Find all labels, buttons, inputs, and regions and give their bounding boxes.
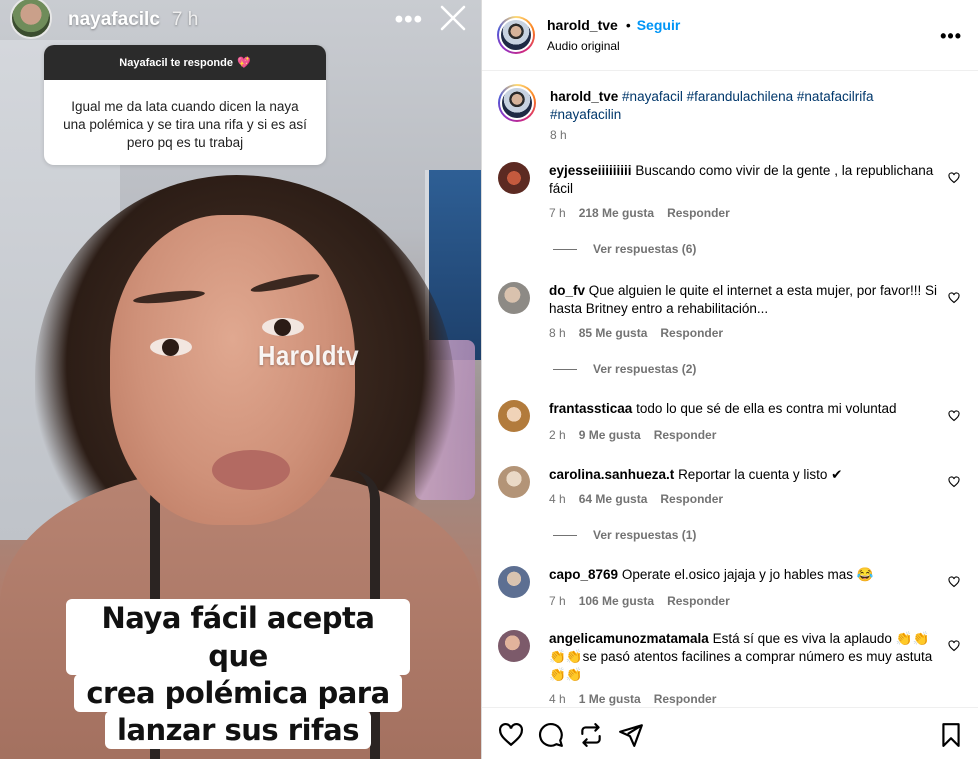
comment-time: 4 h <box>549 692 566 706</box>
avatar[interactable] <box>498 84 536 122</box>
heart-icon[interactable] <box>948 292 960 304</box>
reply-button[interactable]: Responder <box>660 492 723 506</box>
story-avatar[interactable] <box>10 0 52 39</box>
comment-likes[interactable]: 106 Me gusta <box>579 594 654 608</box>
comment-item: carolina.sanhueza.t Reportar la cuenta y… <box>498 466 962 506</box>
bookmark-icon[interactable] <box>938 722 964 748</box>
story-time: 7 h <box>171 9 199 30</box>
comment-text: Que alguien le quite el internet a esta … <box>549 283 937 316</box>
caption-line: lanzar sus rifas <box>105 711 371 749</box>
comment-icon[interactable] <box>538 722 564 748</box>
heart-icon[interactable] <box>948 476 960 488</box>
comment-avatar[interactable] <box>498 630 530 662</box>
view-replies-button[interactable]: Ver respuestas (6) <box>553 242 962 256</box>
comment-likes[interactable]: 9 Me gusta <box>579 428 641 442</box>
heart-icon[interactable] <box>948 576 960 588</box>
comment-text: Reportar la cuenta y listo ✔ <box>678 467 843 482</box>
audio-link[interactable]: Audio original <box>547 39 680 53</box>
comment-username[interactable]: do_fv <box>549 283 585 298</box>
question-header: Nayafacil te responde 💖 <box>44 45 326 80</box>
comment-item: angelicamunozmatamala Está sí que es viv… <box>498 630 962 706</box>
left-eye <box>150 338 192 356</box>
heart-icon[interactable] <box>948 410 960 422</box>
caption-username[interactable]: harold_tve <box>550 89 618 104</box>
story-username[interactable]: nayafacilc <box>68 9 160 31</box>
question-sticker: Nayafacil te responde 💖 Igual me da lata… <box>44 45 326 165</box>
separator-dot: • <box>625 17 631 33</box>
more-options-icon[interactable]: ••• <box>940 26 962 47</box>
reply-button[interactable]: Responder <box>667 206 730 220</box>
view-replies-button[interactable]: Ver respuestas (1) <box>553 528 962 542</box>
comment-text: todo lo que sé de ella es contra mi volu… <box>636 401 897 416</box>
comment-username[interactable]: eyjesseiiiiiiiii <box>549 163 632 178</box>
comment-avatar[interactable] <box>498 282 530 314</box>
comment-avatar[interactable] <box>498 162 530 194</box>
question-text: Igual me da lata cuando dicen la naya un… <box>63 99 307 150</box>
header-username[interactable]: harold_tve <box>547 17 618 33</box>
comment-item: do_fv Que alguien le quite el internet a… <box>498 282 962 340</box>
post-caption: harold_tve #nayafacil #farandulachilena … <box>498 84 962 142</box>
comment-avatar[interactable] <box>498 466 530 498</box>
comment-username[interactable]: angelicamunozmatamala <box>549 631 709 646</box>
reply-button[interactable]: Responder <box>667 594 730 608</box>
comment-avatar[interactable] <box>498 400 530 432</box>
comment-time: 7 h <box>549 594 566 608</box>
comment-username[interactable]: frantassticaa <box>549 401 632 416</box>
question-header-text: Nayafacil te responde <box>119 56 233 69</box>
repost-icon[interactable] <box>578 722 604 748</box>
comment-username[interactable]: carolina.sanhueza.t <box>549 467 674 482</box>
view-replies-button[interactable]: Ver respuestas (2) <box>553 362 962 376</box>
comment-time: 8 h <box>549 326 566 340</box>
caption-line: crea polémica para <box>74 674 402 712</box>
comment-time: 2 h <box>549 428 566 442</box>
action-bar <box>482 707 978 759</box>
comment-likes[interactable]: 1 Me gusta <box>579 692 641 706</box>
comment-likes[interactable]: 218 Me gusta <box>579 206 654 220</box>
reply-button[interactable]: Responder <box>654 428 717 442</box>
heart-icon[interactable] <box>948 172 960 184</box>
story-video[interactable]: nayafacilc 7 h ••• Nayafacil te responde… <box>0 0 481 759</box>
watermark: Haroldtv <box>258 340 360 371</box>
heart-emoji-icon: 💖 <box>237 57 251 69</box>
person-lips <box>212 450 290 490</box>
heart-icon[interactable] <box>948 640 960 652</box>
post-header: harold_tve • Seguir Audio original ••• <box>482 0 978 71</box>
follow-button[interactable]: Seguir <box>637 17 681 33</box>
reply-button[interactable]: Responder <box>660 326 723 340</box>
comment-time: 4 h <box>549 492 566 506</box>
comment-username[interactable]: capo_8769 <box>549 567 618 582</box>
avatar[interactable] <box>497 16 535 54</box>
story-more-icon[interactable]: ••• <box>395 6 423 34</box>
close-icon[interactable] <box>439 4 467 32</box>
comment-item: eyjesseiiiiiiiii Buscando como vivir de … <box>498 162 962 220</box>
post-panel: harold_tve • Seguir Audio original ••• h… <box>481 0 978 759</box>
comment-avatar[interactable] <box>498 566 530 598</box>
caption-line: Naya fácil acepta que <box>66 599 410 675</box>
comment-time: 7 h <box>549 206 566 220</box>
share-icon[interactable] <box>618 722 644 748</box>
comment-item: capo_8769 Operate el.osico jajaja y jo h… <box>498 566 962 608</box>
comment-item: frantassticaa todo lo que sé de ella es … <box>498 400 962 442</box>
like-heart-icon[interactable] <box>498 722 524 748</box>
reply-button[interactable]: Responder <box>654 692 717 706</box>
story-caption: Naya fácil acepta que crea polémica para… <box>66 599 410 749</box>
comments-list[interactable]: harold_tve #nayafacil #farandulachilena … <box>482 72 978 707</box>
caption-time: 8 h <box>550 128 567 142</box>
comment-likes[interactable]: 85 Me gusta <box>579 326 648 340</box>
right-eye <box>262 318 304 336</box>
comment-text: Operate el.osico jajaja y jo hables mas … <box>621 567 874 582</box>
comment-likes[interactable]: 64 Me gusta <box>579 492 648 506</box>
